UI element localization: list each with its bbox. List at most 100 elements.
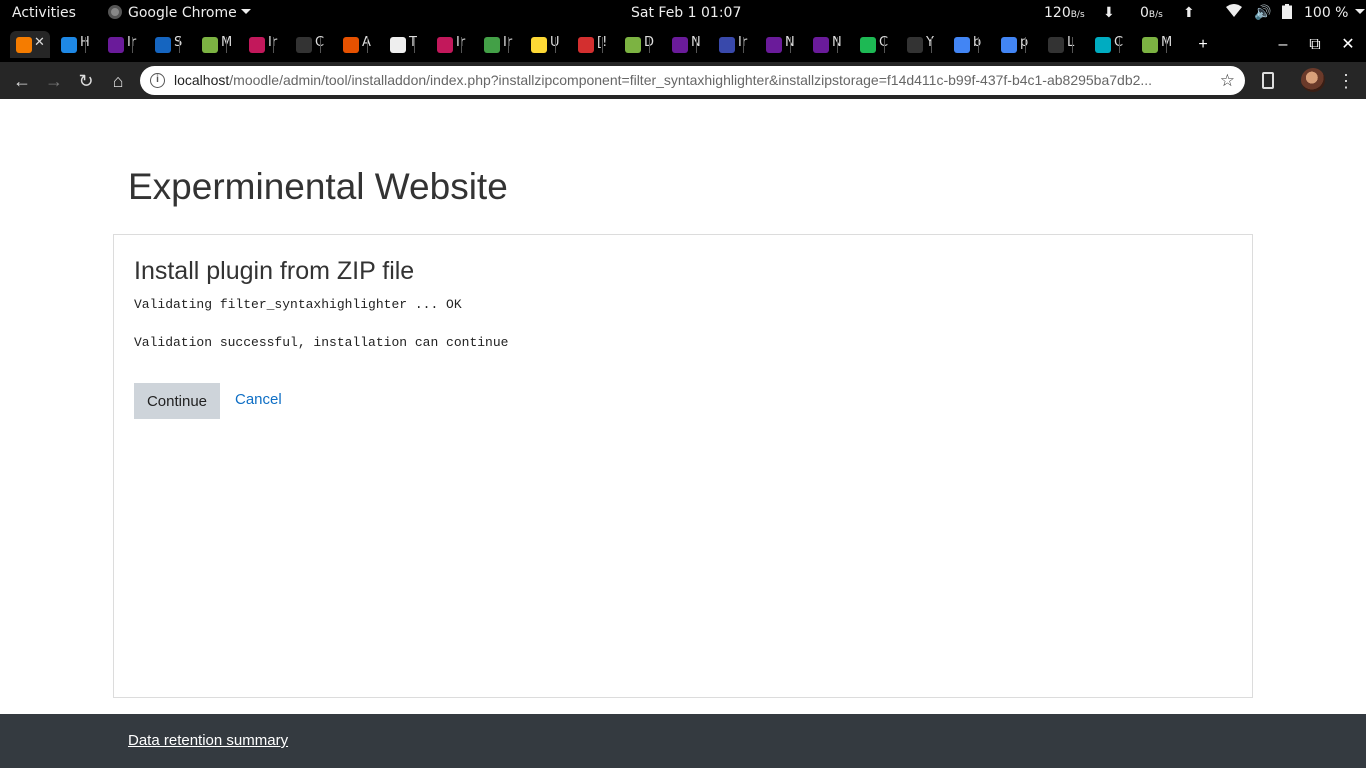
close-tab-icon[interactable]: ✕ — [34, 35, 45, 50]
tab[interactable]: S — [149, 31, 182, 58]
back-arrow-icon[interactable]: ← — [8, 67, 36, 95]
tab-separator — [1119, 37, 1120, 53]
tab-favicon-icon — [390, 37, 406, 53]
battery-level: 100 % — [1304, 5, 1349, 21]
net-down-indicator: 120B/s — [1044, 5, 1085, 21]
page-footer: Data retention summary — [0, 714, 1366, 768]
bookmark-star-icon[interactable]: ☆ — [1220, 66, 1235, 95]
tab-separator — [884, 37, 885, 53]
tab-separator — [85, 37, 86, 53]
tab-separator — [931, 37, 932, 53]
tab[interactable]: N — [666, 31, 701, 58]
menu-dots-icon[interactable]: ⋮ — [1337, 67, 1355, 95]
validation-line: Validating filter_syntaxhighlighter ... … — [134, 297, 462, 312]
tab-separator — [273, 37, 274, 53]
tab[interactable]: T — [384, 31, 417, 58]
profile-avatar[interactable] — [1301, 68, 1325, 92]
tab[interactable]: Ir — [243, 31, 277, 58]
tab-separator — [414, 37, 415, 53]
volume-icon[interactable]: 🔊 — [1254, 0, 1271, 27]
arrow-down-icon: ⬇ — [1103, 5, 1115, 21]
tab[interactable]: Y — [901, 31, 934, 58]
tab-favicon-icon — [249, 37, 265, 53]
tab-separator — [132, 37, 133, 53]
tab-separator — [320, 37, 321, 53]
tab-separator — [602, 37, 603, 53]
tab-title: T — [409, 35, 417, 50]
reload-icon[interactable]: ↻ — [72, 67, 100, 95]
tab[interactable]: M — [196, 31, 232, 58]
cancel-link[interactable]: Cancel — [235, 391, 282, 408]
address-bar[interactable]: i localhost/moodle/admin/tool/installadd… — [140, 66, 1245, 95]
arrow-up-icon: ⬆ — [1183, 5, 1195, 21]
tab[interactable]: M — [1136, 31, 1172, 58]
tab[interactable]: Ir — [713, 31, 747, 58]
tab-separator — [1166, 37, 1167, 53]
tab[interactable]: Ir — [478, 31, 512, 58]
tab[interactable]: L — [1042, 31, 1075, 58]
tab-favicon-icon — [108, 37, 124, 53]
app-menu[interactable]: Google Chrome — [108, 0, 251, 27]
chrome-icon — [108, 5, 122, 19]
url-text[interactable]: localhost/moodle/admin/tool/installaddon… — [174, 66, 1204, 95]
restore-button[interactable]: ⧉ — [1300, 27, 1330, 62]
tab[interactable]: D — [619, 31, 654, 58]
tab-favicon-icon — [860, 37, 876, 53]
tab-favicon-icon — [61, 37, 77, 53]
tab-favicon-icon — [954, 37, 970, 53]
tab[interactable]: Ir — [102, 31, 136, 58]
tab-separator — [696, 37, 697, 53]
close-window-button[interactable]: ✕ — [1333, 27, 1363, 62]
tab-favicon-icon — [343, 37, 359, 53]
tab-separator — [555, 37, 556, 53]
tab-separator — [461, 37, 462, 53]
tab[interactable]: C — [1089, 31, 1123, 58]
main-card: Install plugin from ZIP file Validating … — [113, 234, 1253, 698]
tab[interactable]: U — [525, 31, 560, 58]
net-up-indicator: 0B/s — [1140, 5, 1163, 21]
tab-separator — [179, 37, 180, 53]
tab-separator — [508, 37, 509, 53]
tab[interactable]: H — [55, 31, 90, 58]
tab-favicon-icon — [719, 37, 735, 53]
home-icon[interactable]: ⌂ — [104, 67, 132, 95]
clock[interactable]: Sat Feb 1 01:07 — [631, 0, 741, 27]
tab-strip: ✕HIrSMIrCATIrIrU[!DNIrNNCYbpLCM — [0, 27, 1366, 62]
activities-button[interactable]: Activities — [12, 0, 76, 27]
tab[interactable]: [! — [572, 31, 607, 58]
tab-active[interactable]: ✕ — [10, 31, 50, 58]
tab-favicon-icon — [155, 37, 171, 53]
tab-favicon-icon — [1001, 37, 1017, 53]
extension-icon[interactable] — [1262, 72, 1274, 89]
tab[interactable]: C — [290, 31, 324, 58]
tab-title: L — [1067, 35, 1075, 50]
data-retention-link[interactable]: Data retention summary — [128, 732, 288, 749]
tab-separator — [649, 37, 650, 53]
wifi-icon[interactable] — [1226, 0, 1242, 27]
battery-icon[interactable] — [1282, 0, 1292, 27]
tab[interactable]: b — [948, 31, 981, 58]
new-tab-button[interactable]: + — [1188, 27, 1218, 62]
tab-favicon-icon — [813, 37, 829, 53]
tab-separator — [367, 37, 368, 53]
tab-separator — [1072, 37, 1073, 53]
tab[interactable]: N — [760, 31, 795, 58]
minimize-button[interactable]: – — [1268, 27, 1298, 62]
info-icon[interactable]: i — [150, 73, 165, 88]
tab[interactable]: N — [807, 31, 842, 58]
tab-title: Y — [926, 35, 934, 50]
tab-favicon-icon — [672, 37, 688, 53]
tab[interactable]: Ir — [431, 31, 465, 58]
continue-button[interactable]: Continue — [134, 383, 220, 419]
app-name: Google Chrome — [128, 5, 237, 21]
forward-arrow-icon[interactable]: → — [40, 67, 68, 95]
system-top-bar: Activities Google Chrome Sat Feb 1 01:07… — [0, 0, 1366, 27]
tab[interactable]: p — [995, 31, 1028, 58]
tab[interactable]: A — [337, 31, 371, 58]
tab-separator — [790, 37, 791, 53]
page-heading: Install plugin from ZIP file — [134, 257, 415, 285]
system-menu-caret-icon[interactable] — [1351, 0, 1365, 27]
tab[interactable]: C — [854, 31, 888, 58]
tab-favicon-icon — [296, 37, 312, 53]
tab-favicon-icon — [1095, 37, 1111, 53]
